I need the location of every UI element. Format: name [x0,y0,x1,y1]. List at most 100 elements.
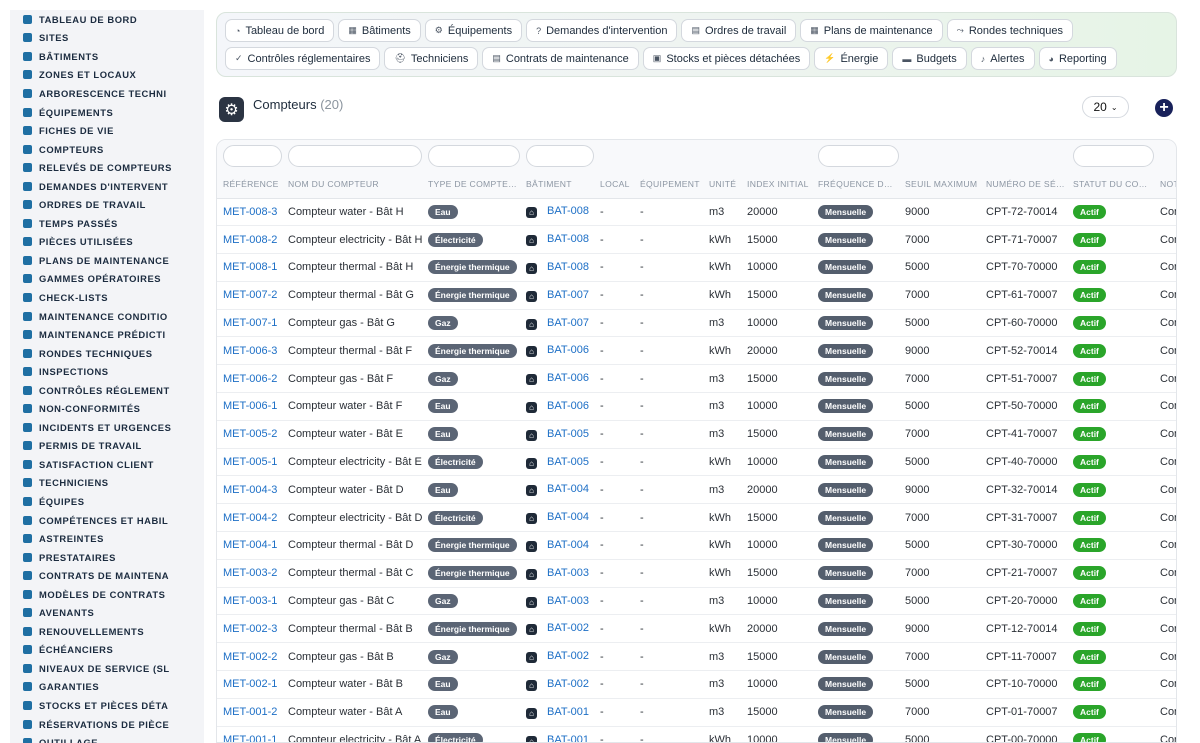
sidebar-item-inspections[interactable]: INSPECTIONS [10,362,204,381]
meter-reference-link[interactable]: MET-004-3 [223,484,277,496]
nav-equipements[interactable]: ⚙ Équipements [424,19,523,42]
sidebar-item-maintenance-predicti[interactable]: MAINTENANCE PRÉDICTI [10,325,204,344]
sidebar-item-gammes-operatoires[interactable]: GAMMES OPÉRATOIRES [10,270,204,289]
building-link[interactable]: BAT-008 [547,261,589,273]
sidebar-item-astreintes[interactable]: ASTREINTES [10,529,204,548]
table-row[interactable]: MET-004-3 Compteur water - Bât D Eau ⌂ BAT-0… [217,475,1176,505]
sidebar-item-niveaux-de-service-sl[interactable]: NIVEAUX DE SERVICE (SL [10,659,204,678]
meter-reference-link[interactable]: MET-004-1 [223,539,277,551]
sidebar-item-check-lists[interactable]: CHECK-LISTS [10,288,204,307]
column-header-index-initial[interactable]: INDEX INITIAL [741,170,812,199]
filter-input-nom-du-compteur[interactable] [288,145,422,167]
table-row[interactable]: MET-002-1 Compteur water - Bât B Eau ⌂ BAT-0… [217,670,1176,699]
column-header-statut-du-co[interactable]: STATUT DU CO… [1067,170,1154,199]
building-link[interactable]: BAT-003 [547,595,589,607]
sidebar-item-rondes-techniques[interactable]: RONDES TECHNIQUES [10,344,204,363]
meter-reference-link[interactable]: MET-004-2 [223,512,277,524]
sidebar-item-contrats-de-maintena[interactable]: CONTRATS DE MAINTENA [10,566,204,585]
table-row[interactable]: MET-008-1 Compteur thermal - Bât H Énergie… [217,253,1176,282]
sidebar-item-maintenance-conditio[interactable]: MAINTENANCE CONDITIO [10,307,204,326]
meter-reference-link[interactable]: MET-007-2 [223,289,277,301]
sidebar-item-equipes[interactable]: ÉQUIPES [10,492,204,511]
sidebar-item-demandes-d-intervent[interactable]: DEMANDES D'INTERVENT [10,177,204,196]
nav-stocks-et-pieces-detachees[interactable]: ▣ Stocks et pièces détachées [642,47,811,70]
nav-energie[interactable]: ⚡ Énergie [814,47,889,70]
table-row[interactable]: MET-004-2 Compteur electricity - Bât D Éle… [217,503,1176,533]
filter-input-frequence-d[interactable] [818,145,899,167]
sidebar-item-permis-de-travail[interactable]: PERMIS DE TRAVAIL [10,437,204,456]
add-meter-button[interactable]: + [1155,99,1173,117]
building-link[interactable]: BAT-002 [547,622,589,634]
meter-reference-link[interactable]: MET-001-1 [223,734,277,742]
building-link[interactable]: BAT-004 [547,511,589,523]
building-link[interactable]: BAT-007 [547,317,589,329]
table-row[interactable]: MET-008-2 Compteur electricity - Bât H Éle… [217,225,1176,255]
meter-reference-link[interactable]: MET-008-1 [223,261,277,273]
sidebar-item-ordres-de-travail[interactable]: ORDRES DE TRAVAIL [10,195,204,214]
sidebar-item-incidents-et-urgences[interactable]: INCIDENTS ET URGENCES [10,418,204,437]
table-row[interactable]: MET-008-3 Compteur water - Bât H Eau ⌂ BAT-0… [217,198,1176,227]
column-header-reference[interactable]: RÉFÉRENCE [217,170,282,199]
sidebar-item-temps-passes[interactable]: TEMPS PASSÉS [10,214,204,233]
table-row[interactable]: MET-006-3 Compteur thermal - Bât F Énergie… [217,336,1176,366]
table-row[interactable]: MET-002-3 Compteur thermal - Bât B Énergie… [217,614,1176,644]
column-header-not[interactable]: NOT [1154,170,1176,199]
sidebar-item-non-conformites[interactable]: NON-CONFORMITÉS [10,399,204,418]
meter-reference-link[interactable]: MET-007-1 [223,317,277,329]
building-link[interactable]: BAT-008 [547,233,589,245]
table-row[interactable]: MET-003-1 Compteur gas - Bât C Gaz ⌂ BAT-003… [217,587,1176,616]
filter-input-batiment[interactable] [526,145,594,167]
sidebar-item-competences-et-habil[interactable]: COMPÉTENCES ET HABIL [10,511,204,530]
nav-batiments[interactable]: ▦ Bâtiments [338,19,421,42]
building-link[interactable]: BAT-004 [547,483,589,495]
per-page-select[interactable]: 20 ⌄ [1082,96,1129,118]
nav-rondes-techniques[interactable]: ⤳ Rondes techniques [946,19,1074,42]
meter-reference-link[interactable]: MET-002-3 [223,623,277,635]
filter-input-reference[interactable] [223,145,282,167]
filter-input-statut-du-co[interactable] [1073,145,1154,167]
building-link[interactable]: BAT-002 [547,650,589,662]
table-row[interactable]: MET-001-1 Compteur electricity - Bât A Éle… [217,726,1176,742]
sidebar-item-stocks-et-pieces-deta[interactable]: STOCKS ET PIÈCES DÉTA [10,696,204,715]
column-header-batiment[interactable]: BÂTIMENT [520,170,594,199]
meter-reference-link[interactable]: MET-003-2 [223,567,277,579]
nav-contrats-de-maintenance[interactable]: ▤ Contrats de maintenance [482,47,639,70]
column-header-nom-du-compteur[interactable]: NOM DU COMPTEUR [282,170,422,199]
sidebar-item-arborescence-techni[interactable]: ARBORESCENCE TECHNI [10,84,204,103]
meter-reference-link[interactable]: MET-005-1 [223,456,277,468]
column-header-frequence-d[interactable]: FRÉQUENCE D… [812,170,899,199]
column-header-unite[interactable]: UNITÉ [703,170,741,199]
sidebar-item-renouvellements[interactable]: RENOUVELLEMENTS [10,622,204,641]
nav-controles-reglementaires[interactable]: ✓ Contrôles réglementaires [225,47,381,70]
column-header-local[interactable]: LOCAL [594,170,634,199]
nav-ordres-de-travail[interactable]: ▤ Ordres de travail [681,19,797,42]
sidebar-item-controles-reglement[interactable]: CONTRÔLES RÉGLEMENT [10,381,204,400]
building-link[interactable]: BAT-002 [547,678,589,690]
nav-reporting[interactable]: ◕ Reporting [1038,47,1117,70]
table-row[interactable]: MET-003-2 Compteur thermal - Bât C Énergie… [217,559,1176,588]
sidebar-item-plans-de-maintenance[interactable]: PLANS DE MAINTENANCE [10,251,204,270]
sidebar-item-releves-de-compteurs[interactable]: RELEVÉS DE COMPTEURS [10,158,204,177]
building-link[interactable]: BAT-004 [547,539,589,551]
table-row[interactable]: MET-007-2 Compteur thermal - Bât G Énergie… [217,281,1176,310]
sidebar-item-techniciens[interactable]: TECHNICIENS [10,474,204,493]
table-row[interactable]: MET-007-1 Compteur gas - Bât G Gaz ⌂ BAT-007… [217,309,1176,338]
sidebar-item-garanties[interactable]: GARANTIES [10,678,204,697]
sidebar-item-prestataires[interactable]: PRESTATAIRES [10,548,204,567]
building-link[interactable]: BAT-008 [547,205,589,217]
sidebar-item-zones-et-locaux[interactable]: ZONES ET LOCAUX [10,66,204,85]
table-row[interactable]: MET-002-2 Compteur gas - Bât B Gaz ⌂ BAT-002… [217,642,1176,672]
table-row[interactable]: MET-005-2 Compteur water - Bât E Eau ⌂ BAT-0… [217,420,1176,449]
column-header-equipement[interactable]: ÉQUIPEMENT [634,170,703,199]
building-link[interactable]: BAT-006 [547,372,589,384]
nav-plans-de-maintenance[interactable]: ▦ Plans de maintenance [800,19,943,42]
building-link[interactable]: BAT-003 [547,567,589,579]
nav-tableau-de-bord[interactable]: ◔ Tableau de bord [225,19,335,42]
meter-reference-link[interactable]: MET-006-2 [223,373,277,385]
meter-reference-link[interactable]: MET-002-2 [223,651,277,663]
filter-input-type-de-compte[interactable] [428,145,520,167]
meter-reference-link[interactable]: MET-002-1 [223,678,277,690]
meter-reference-link[interactable]: MET-005-2 [223,428,277,440]
column-header-numero-de-se[interactable]: NUMÉRO DE SÉ… [980,170,1067,199]
building-link[interactable]: BAT-005 [547,456,589,468]
